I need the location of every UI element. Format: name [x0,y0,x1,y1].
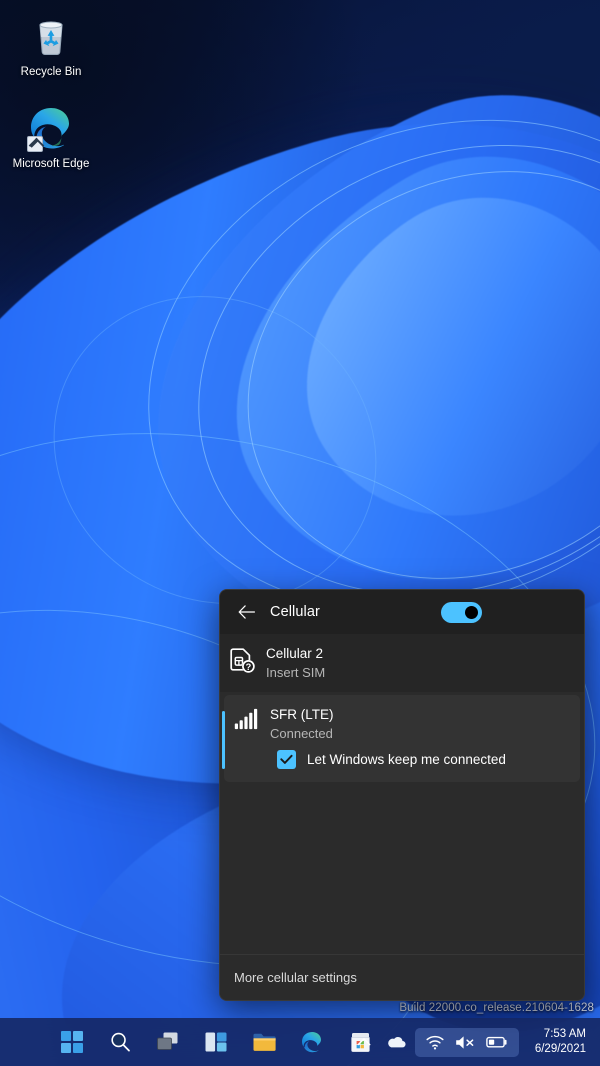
shortcut-overlay-icon [27,136,43,152]
chevron-up-icon [357,1037,371,1047]
onedrive-tray-button[interactable] [379,1024,413,1060]
desktop-icon-label: Recycle Bin [21,66,82,78]
cellular-toggle-switch[interactable] [441,602,482,623]
sim-card-question-icon: ? [220,644,266,675]
battery-icon [486,1035,508,1049]
checkmark-icon [280,754,293,765]
widgets-icon [204,1031,228,1053]
toggle-knob [465,606,478,619]
file-explorer-icon [252,1031,277,1053]
back-button[interactable] [232,598,260,626]
taskbar: 7:53 AM 6/29/2021 [0,1018,600,1066]
speaker-muted-icon [455,1035,475,1050]
taskbar-widgets-button[interactable] [196,1022,236,1062]
cellular-flyout-panel: Cellular ? [219,589,585,1001]
desktop-screen: Recycle Bin [0,0,600,1066]
flyout-header: Cellular [220,590,584,634]
taskbar-clock[interactable]: 7:53 AM 6/29/2021 [527,1023,594,1061]
network-name: SFR (LTE) [270,705,334,724]
keep-connected-label: Let Windows keep me connected [307,752,506,767]
network-list: ? Cellular 2 Insert SIM [220,634,584,954]
build-watermark: Build 22000.co_release.210604-1628 [399,1002,594,1014]
taskbar-start-button[interactable] [52,1022,92,1062]
desktop-icon-label: Microsoft Edge [13,158,90,170]
taskbar-file-explorer-button[interactable] [244,1022,284,1062]
taskbar-center-group [52,1022,380,1062]
taskbar-task-view-button[interactable] [148,1022,188,1062]
network-row-cellular-2[interactable]: ? Cellular 2 Insert SIM [220,634,584,692]
taskbar-edge-button[interactable] [292,1022,332,1062]
flyout-title: Cellular [270,604,320,620]
flyout-footer: More cellular settings [220,954,584,1000]
recycle-bin-icon [27,12,75,60]
network-status: Connected [270,724,334,743]
taskbar-search-button[interactable] [100,1022,140,1062]
network-text: Cellular 2 Insert SIM [266,644,325,682]
back-arrow-icon [238,605,255,619]
clock-time: 7:53 AM [535,1027,586,1042]
keep-connected-row[interactable]: Let Windows keep me connected [224,750,506,769]
more-cellular-settings-link[interactable]: More cellular settings [234,970,357,985]
svg-text:?: ? [246,662,252,672]
desktop-icon-microsoft-edge[interactable]: Microsoft Edge [8,104,94,171]
network-status: Insert SIM [266,663,325,682]
onedrive-cloud-icon [386,1035,406,1049]
selection-indicator [222,711,225,769]
tray-expand-button[interactable] [349,1024,379,1060]
network-row-sfr-lte[interactable]: SFR (LTE) Connected Let Windows keep me … [224,695,580,782]
taskbar-system-tray: 7:53 AM 6/29/2021 [349,1023,594,1061]
network-name: Cellular 2 [266,644,325,663]
edge-icon [27,104,75,152]
wifi-icon [426,1035,444,1050]
task-view-icon [156,1031,180,1053]
clock-date: 6/29/2021 [535,1042,586,1057]
cellular-signal-bars-icon [224,705,270,730]
edge-icon [300,1030,324,1054]
keep-connected-checkbox[interactable] [277,750,296,769]
network-text: SFR (LTE) Connected [270,705,334,743]
tray-status-button[interactable] [415,1028,519,1057]
windows-start-icon [61,1031,83,1053]
desktop-icon-recycle-bin[interactable]: Recycle Bin [8,12,94,79]
search-icon [109,1031,131,1053]
